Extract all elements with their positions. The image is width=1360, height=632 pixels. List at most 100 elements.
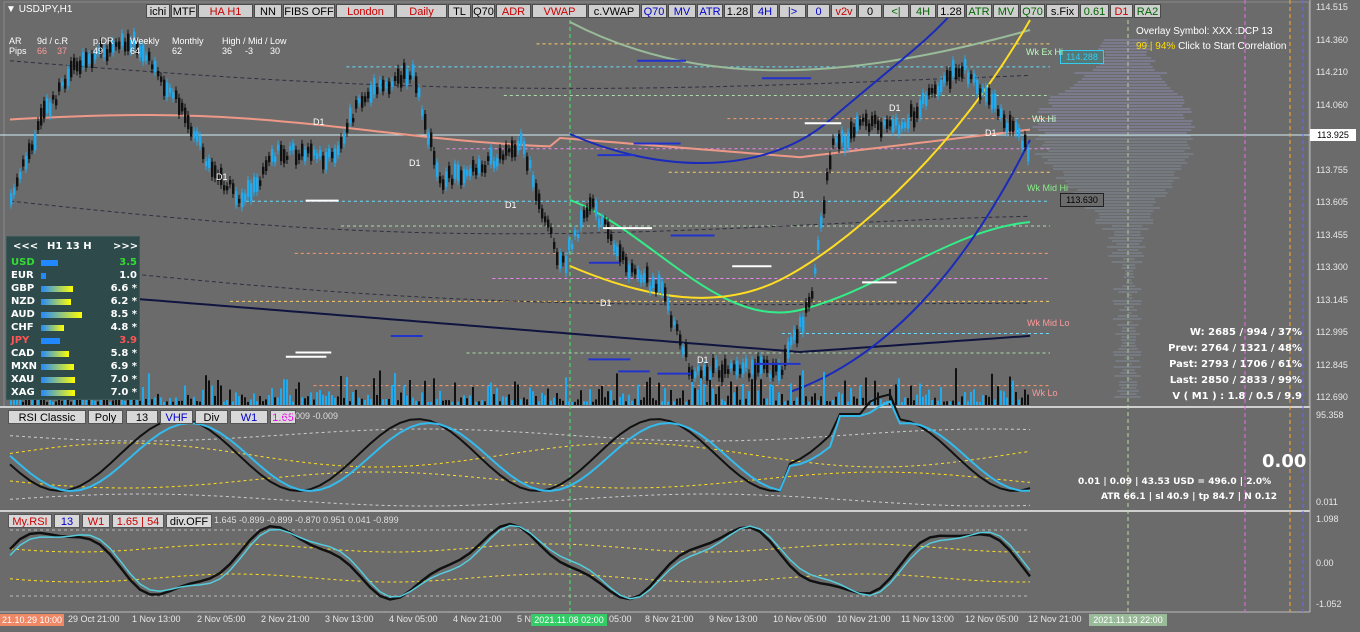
toolbar-button-11[interactable]: c.VWAP [588,4,640,18]
candle-body [148,51,151,61]
volume-bar [394,373,396,405]
toolbar-button-4[interactable]: FIBS OFF [283,4,335,18]
strength-prev-button[interactable]: <<< [13,241,38,252]
candle-body [448,165,451,179]
volume-bar [943,401,945,405]
candle-body [550,227,553,234]
volume-bar [52,401,54,405]
candle-body [325,152,328,170]
candle-body [730,363,733,369]
toolbar-button-28[interactable]: 0.61 [1080,4,1109,18]
candle-body [805,302,808,313]
toolbar-button-18[interactable]: 0 [807,4,830,18]
candle-body [880,121,883,138]
volume-bar [337,396,339,405]
toolbar-button-2[interactable]: HA H1 [198,4,253,18]
my-rsi-button-1[interactable]: 13 [54,514,80,528]
candle-body [685,342,688,358]
toolbar-button-17[interactable]: |> [779,4,806,18]
pivot-value-pdr: 49 [93,46,104,56]
toolbar-button-9[interactable]: ADR [496,4,531,18]
toolbar-button-22[interactable]: 4H [910,4,936,18]
toolbar-button-5[interactable]: London [336,4,395,18]
candle-body [445,171,448,187]
candle-body [703,365,706,377]
toolbar-button-27[interactable]: s.Fix [1046,4,1079,18]
toolbar-button-15[interactable]: 1.28 [724,4,751,18]
rsi-button-3[interactable]: VHF [160,410,193,424]
toolbar-button-14[interactable]: ATR [697,4,723,18]
toolbar-button-10[interactable]: VWAP [532,4,587,18]
volume-bar [298,382,300,405]
toolbar-button-30[interactable]: RA2 [1134,4,1161,18]
toolbar-button-1[interactable]: MTF [171,4,197,18]
symbol-arrow-icon: ▼ [6,4,16,15]
toolbar-button-24[interactable]: ATR [966,4,992,18]
toolbar-button-19[interactable]: v2v [831,4,857,18]
volume-bar [505,396,507,405]
rsi-button-1[interactable]: Poly [88,410,123,424]
toolbar-button-25[interactable]: MV [993,4,1019,18]
toolbar-button-29[interactable]: D1 [1110,4,1133,18]
overlay-correlation[interactable]: 99 | 94% Click to Start Correlation [1136,41,1286,52]
volume-bar [607,391,609,405]
toolbar-button-7[interactable]: TL [448,4,471,18]
volume-bar [301,397,303,405]
candle-body [769,374,772,379]
my-rsi-button-2[interactable]: W1 [82,514,110,528]
candle-body [514,144,517,157]
candle-body [433,151,436,165]
candle-body [712,358,715,374]
my-rsi-button-4[interactable]: div.OFF [166,514,212,528]
toolbar-button-26[interactable]: Q70 [1020,4,1045,18]
volume-bar [565,377,567,405]
rsi-button-2[interactable]: 13 [126,410,158,424]
strength-next-button[interactable]: >>> [113,241,138,252]
chart-canvas[interactable] [0,0,1360,632]
volume-bar [289,395,291,405]
toolbar-button-20[interactable]: 0 [858,4,882,18]
my-rsi-axis-top: 1.098 [1316,514,1339,524]
volume-bar [826,401,828,405]
volume-bar [739,399,741,405]
correlation-action[interactable]: Click to Start Correlation [1178,41,1286,52]
candle-body [82,52,85,67]
candle-body [76,61,79,72]
volume-bar [226,400,228,405]
volume-bar [991,373,993,405]
candle-body [538,193,541,209]
price-axis-label: 113.755 [1316,164,1348,175]
toolbar-button-12[interactable]: Q70 [641,4,667,18]
toolbar-button-13[interactable]: MV [668,4,696,18]
toolbar-button-0[interactable]: ichi [146,4,170,18]
toolbar-button-3[interactable]: NN [254,4,282,18]
candle-body [676,324,679,332]
candle-body [889,120,892,127]
rsi-button-0[interactable]: RSI Classic [8,410,86,424]
toolbar-button-16[interactable]: 4H [752,4,778,18]
candle-body [478,159,481,174]
candle-body [289,146,292,151]
toolbar-button-6[interactable]: Daily [396,4,447,18]
volume-bar [469,395,471,405]
candle-body [544,216,547,223]
toolbar-button-23[interactable]: 1.28 [937,4,965,18]
candle-body [649,285,652,292]
time-axis-label: 2 Nov 05:00 [197,614,246,624]
volume-bar [208,380,210,405]
price-axis-label: 114.360 [1316,34,1348,45]
volume-bar [163,401,165,405]
volume-bar [442,400,444,405]
my-rsi-button-3[interactable]: 1.65 | 54 [112,514,164,528]
rsi-button-5[interactable]: W1 [230,410,268,424]
my-rsi-button-0[interactable]: My.RSI [8,514,52,528]
volume-bar [940,387,942,405]
toolbar-button-21[interactable]: <| [883,4,909,18]
stats-label: W: [1189,327,1205,338]
volume-bar [718,386,720,405]
volume-bar [733,392,735,405]
candle-body [340,137,343,149]
candle-body [169,87,172,93]
rsi-button-4[interactable]: Div [195,410,228,424]
toolbar-button-8[interactable]: Q70 [472,4,495,18]
